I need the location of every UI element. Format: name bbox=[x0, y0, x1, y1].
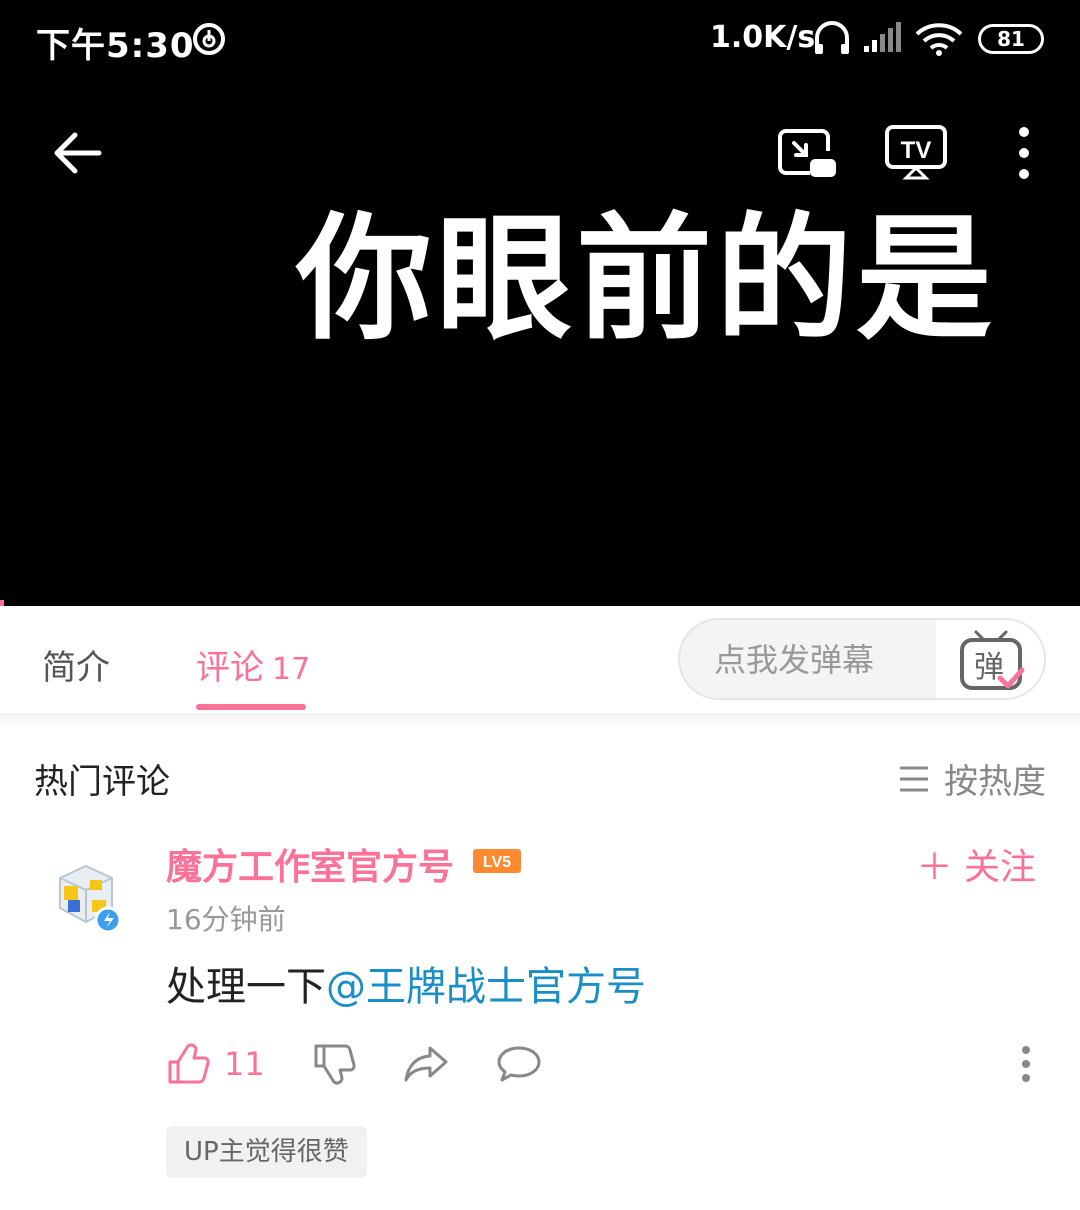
video-subtitle: 你眼前的是 bbox=[296, 201, 996, 359]
tab-comments-label: 评论 bbox=[196, 648, 264, 688]
like-count: 11 bbox=[224, 1045, 265, 1083]
comment-mention[interactable]: @王牌战士官方号 bbox=[326, 964, 646, 1010]
comments-count: 17 bbox=[272, 652, 311, 687]
battery-indicator: 81 bbox=[978, 24, 1044, 54]
picture-in-picture-button[interactable] bbox=[774, 124, 840, 184]
status-bar: 下午5:30 1.0K/s 81 bbox=[0, 0, 1080, 80]
signal-icon bbox=[864, 22, 901, 52]
network-speed: 1.0K/s bbox=[710, 20, 816, 55]
danmaku-composer: 点我发弹幕 弹 bbox=[678, 618, 1046, 700]
video-more-button[interactable] bbox=[1004, 120, 1044, 186]
danmaku-toggle-icon: 弹 bbox=[960, 630, 1025, 690]
active-tab-indicator bbox=[196, 704, 306, 710]
divider bbox=[0, 714, 1080, 728]
hot-comments-title: 热门评论 bbox=[34, 762, 170, 802]
comment-bubble-icon bbox=[497, 1046, 541, 1082]
comment-username[interactable]: 魔方工作室官方号 bbox=[166, 838, 454, 890]
picture-in-picture-icon bbox=[778, 129, 836, 177]
comment-actions: 11 bbox=[166, 1036, 1046, 1092]
cast-to-tv-button[interactable]: TV bbox=[882, 122, 950, 184]
thumbs-up-icon bbox=[168, 1043, 210, 1084]
comment-text: 处理一下@王牌战士官方号 bbox=[166, 954, 646, 1012]
more-vertical-icon bbox=[1022, 1046, 1030, 1082]
like-button[interactable]: 11 bbox=[166, 1036, 265, 1092]
up-liked-badge: UP主觉得很赞 bbox=[166, 1126, 367, 1178]
level-badge: LV5 bbox=[473, 849, 521, 873]
netease-music-icon bbox=[193, 23, 225, 55]
dislike-button[interactable] bbox=[312, 1036, 356, 1092]
share-arrow-icon bbox=[404, 1046, 448, 1082]
tab-comments[interactable]: 评论 17 bbox=[196, 640, 310, 689]
back-button[interactable] bbox=[46, 122, 108, 184]
sort-menu-icon bbox=[900, 766, 928, 791]
back-arrow-icon bbox=[54, 132, 102, 174]
tv-cast-icon: TV bbox=[885, 125, 947, 180]
sort-label: 按热度 bbox=[944, 762, 1046, 802]
danmaku-input[interactable]: 点我发弹幕 bbox=[680, 620, 936, 698]
comment-text-body: 处理一下 bbox=[166, 964, 326, 1010]
comment-time: 16分钟前 bbox=[166, 903, 286, 936]
thumbs-down-icon bbox=[314, 1044, 356, 1085]
video-player[interactable]: 下午5:30 1.0K/s 81 TV 你眼前的是 bbox=[0, 0, 1080, 608]
tab-intro[interactable]: 简介 bbox=[42, 640, 110, 689]
svg-text:LV5: LV5 bbox=[483, 854, 511, 871]
svg-text:TV: TV bbox=[901, 137, 932, 164]
danmaku-toggle-button[interactable]: 弹 bbox=[936, 620, 1044, 698]
wifi-icon bbox=[915, 23, 963, 56]
comment-more-button[interactable] bbox=[1020, 1036, 1032, 1092]
status-time: 下午5:30 bbox=[36, 26, 195, 66]
follow-button[interactable]: ＋ 关注 bbox=[917, 838, 1036, 890]
sort-button[interactable]: 按热度 bbox=[898, 754, 1046, 803]
share-button[interactable] bbox=[402, 1036, 450, 1092]
tab-bar: 简介 评论 17 点我发弹幕 弹 bbox=[0, 606, 1080, 714]
reply-button[interactable] bbox=[496, 1036, 542, 1092]
headphones-icon bbox=[815, 21, 849, 54]
more-vertical-icon bbox=[1019, 127, 1029, 179]
user-avatar[interactable] bbox=[50, 856, 126, 934]
